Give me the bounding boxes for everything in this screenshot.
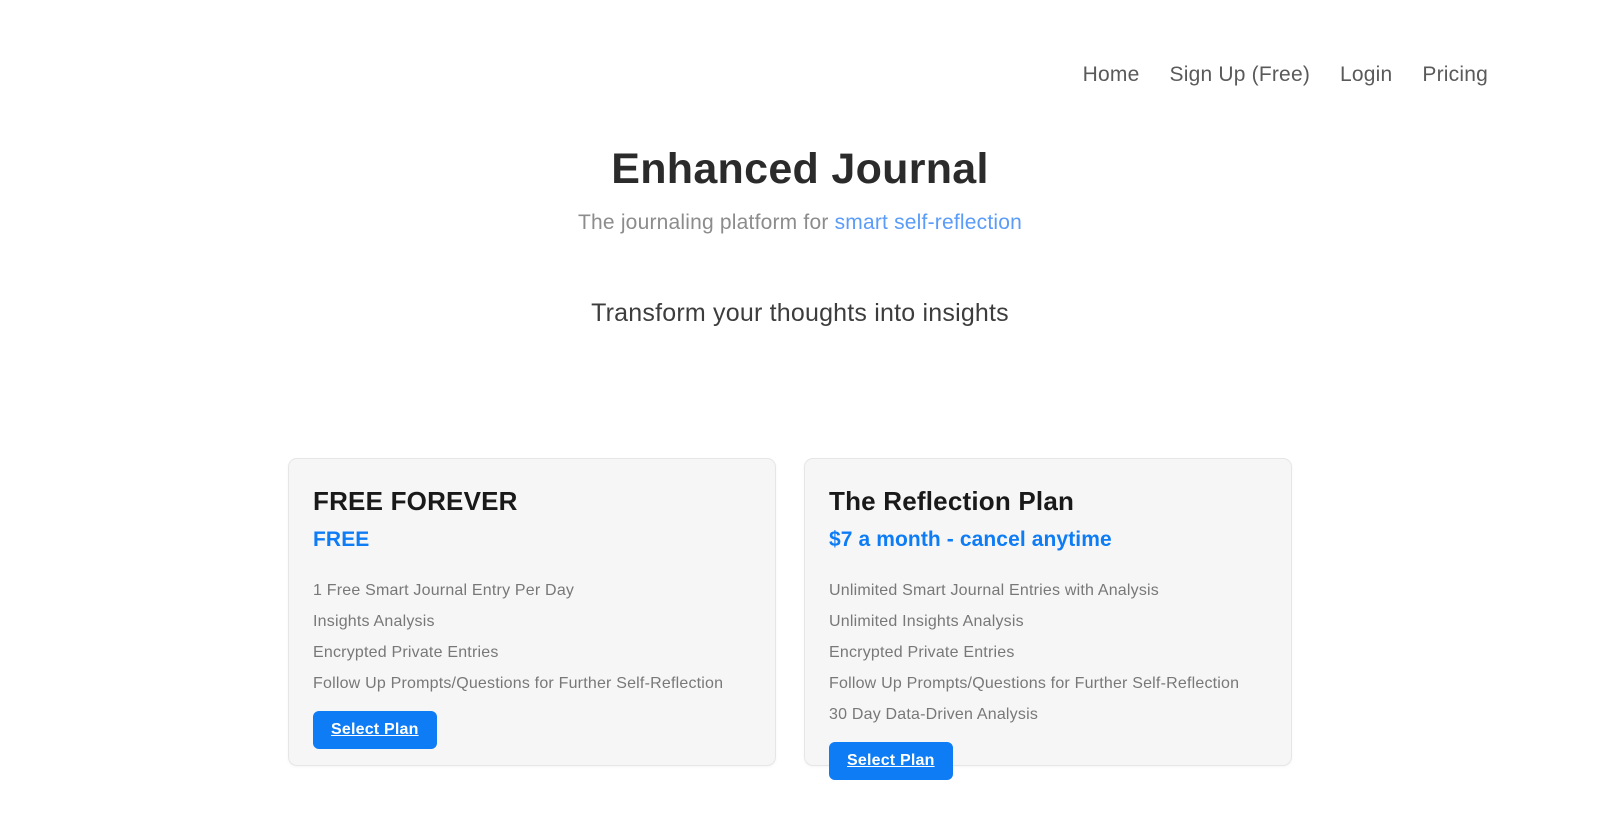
plan-card-reflection-plan: The Reflection Plan $7 a month - cancel …: [804, 458, 1292, 780]
list-item: Follow Up Prompts/Questions for Further …: [313, 675, 724, 692]
plan-card-free-forever: FREE FOREVER FREE 1 Free Smart Journal E…: [288, 458, 776, 766]
plan-feature-list: 1 Free Smart Journal Entry Per Day Insig…: [313, 553, 751, 705]
plan-price: FREE: [313, 528, 370, 551]
list-item: Insights Analysis: [313, 613, 435, 630]
hero-subtitle-accent-link[interactable]: smart self-reflection: [835, 211, 1022, 234]
section-tagline: Transform your thoughts into insights: [591, 299, 1009, 327]
top-navigation: Home Sign Up (Free) Login Pricing: [0, 0, 1600, 120]
plan-price: $7 a month - cancel anytime: [829, 528, 1112, 551]
nav-link-login[interactable]: Login: [1310, 63, 1392, 86]
nav-link-home[interactable]: Home: [1053, 63, 1140, 86]
list-item: Unlimited Insights Analysis: [829, 613, 1024, 630]
plan-feature-list: Unlimited Smart Journal Entries with Ana…: [829, 553, 1267, 736]
hero-section: Enhanced Journal The journaling platform…: [0, 143, 1600, 237]
plan-name: FREE FOREVER: [313, 486, 518, 516]
nav-link-pricing[interactable]: Pricing: [1392, 63, 1488, 86]
select-plan-button-reflection-plan[interactable]: Select Plan: [829, 742, 953, 780]
nav-item-sign-up[interactable]: Sign Up (Free): [1140, 62, 1311, 88]
select-plan-button-free-forever[interactable]: Select Plan: [313, 711, 437, 749]
list-item: Unlimited Smart Journal Entries with Ana…: [829, 582, 1160, 599]
list-item: Encrypted Private Entries: [829, 644, 1015, 661]
nav-list: Home Sign Up (Free) Login Pricing: [1053, 62, 1488, 88]
hero-subtitle-prefix: The journaling platform for: [578, 211, 835, 234]
nav-item-pricing[interactable]: Pricing: [1392, 62, 1488, 88]
hero-subtitle: The journaling platform for smart self-r…: [0, 195, 1600, 237]
page-title: Enhanced Journal: [611, 145, 989, 193]
pricing-plans: FREE FOREVER FREE 1 Free Smart Journal E…: [288, 458, 1292, 780]
list-item: Encrypted Private Entries: [313, 644, 499, 661]
nav-item-login[interactable]: Login: [1310, 62, 1392, 88]
list-item: 1 Free Smart Journal Entry Per Day: [313, 582, 575, 599]
nav-item-home[interactable]: Home: [1053, 62, 1140, 88]
nav-link-sign-up[interactable]: Sign Up (Free): [1140, 63, 1311, 86]
list-item: Follow Up Prompts/Questions for Further …: [829, 675, 1240, 692]
plan-name: The Reflection Plan: [829, 486, 1075, 516]
list-item: 30 Day Data-Driven Analysis: [829, 706, 1039, 723]
